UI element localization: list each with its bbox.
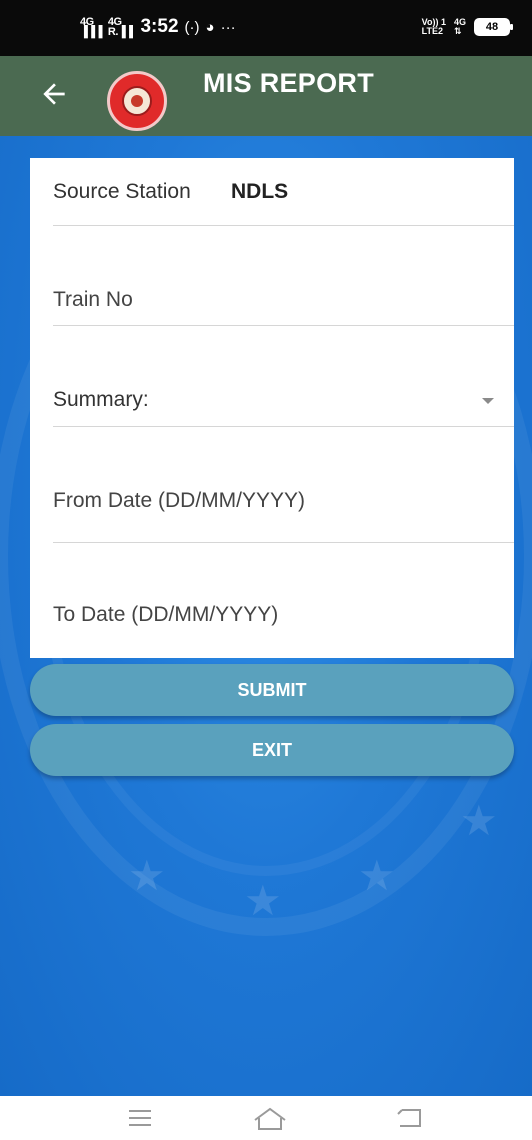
more-icon: ··· [220, 18, 236, 36]
star-icon: ★ [460, 797, 498, 844]
network-indicator: 4G ⇅ [454, 18, 466, 36]
source-station-value: NDLS [231, 180, 289, 203]
source-station-field: Source Station NDLS [53, 158, 514, 226]
back-icon[interactable] [396, 1106, 426, 1130]
battery-icon: 48 [474, 18, 513, 36]
to-date-placeholder: To Date (DD/MM/YYYY) [53, 603, 279, 626]
network-activity: ⇅ [453, 26, 462, 36]
submit-button[interactable]: SUBMIT [30, 664, 514, 716]
chevron-down-icon [482, 398, 494, 404]
hotspot-icon: (·) [184, 18, 200, 36]
star-icon: ★ [244, 877, 282, 924]
volte-indicator: Vo)) 1 LTE2 [422, 18, 446, 36]
status-bar: 4G ▐▐▐ 4G R.▐▐ 3:52 (·) ◕ ··· Vo)) 1 LTE… [0, 0, 532, 56]
summary-label: Summary: [53, 388, 149, 411]
from-date-placeholder: From Date (DD/MM/YYYY) [53, 489, 306, 512]
signal-1-bars: ▐▐▐ [80, 26, 102, 38]
train-no-placeholder: Train No [53, 288, 133, 311]
status-time: 3:52 [140, 16, 179, 37]
star-icon: ★ [358, 852, 396, 899]
report-form: Source Station NDLS Train No Summary: Fr… [30, 158, 514, 658]
train-no-input[interactable]: Train No [53, 226, 514, 326]
home-icon[interactable] [252, 1106, 288, 1132]
menu-icon[interactable] [126, 1106, 154, 1130]
summary-dropdown[interactable]: Summary: [53, 326, 514, 427]
arrow-left-icon[interactable] [38, 78, 70, 110]
signal-1: 4G ▐▐▐ [80, 17, 102, 38]
to-date-input[interactable]: To Date (DD/MM/YYYY) [53, 543, 514, 658]
page-title: MIS REPORT [203, 68, 375, 98]
volte-bottom: LTE2 [421, 26, 443, 36]
from-date-input[interactable]: From Date (DD/MM/YYYY) [53, 427, 514, 543]
signal-2: 4G R.▐▐ [107, 17, 133, 38]
battery-level: 48 [485, 21, 499, 33]
signal-2-bars: R.▐▐ [107, 26, 133, 38]
exit-button[interactable]: EXIT [30, 724, 514, 776]
star-icon: ★ [128, 852, 166, 899]
app-bar: MIS REPORT [0, 56, 532, 136]
chrome-icon: ◕ [205, 18, 215, 36]
source-station-label: Source Station [53, 180, 191, 203]
system-nav-bar [0, 1096, 532, 1140]
indian-railways-logo [107, 71, 167, 131]
